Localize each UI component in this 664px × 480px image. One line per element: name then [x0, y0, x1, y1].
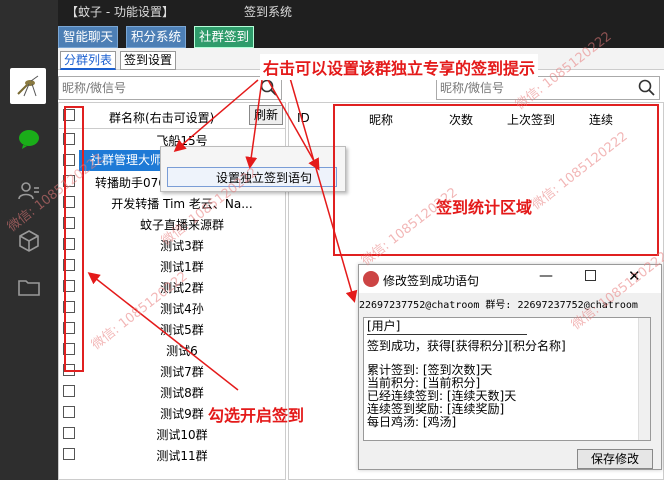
- main-tab-bar: 智能聊天 积分系统 社群签到: [58, 22, 664, 48]
- table-row[interactable]: 测试5群: [59, 318, 285, 339]
- message-line: [用户]: [367, 319, 401, 333]
- search-icon[interactable]: [259, 78, 279, 98]
- menu-item-set-checkin-message[interactable]: 设置独立签到语句: [167, 167, 337, 187]
- left-dock: [0, 0, 58, 480]
- group-name-column-header: 群名称(右击可设置): [109, 111, 215, 125]
- row-checkbox[interactable]: [63, 406, 75, 418]
- table-row[interactable]: 测试11群: [59, 444, 285, 465]
- save-changes-button[interactable]: 保存修改: [577, 449, 653, 469]
- chat-icon[interactable]: [16, 126, 42, 152]
- app-icon: [363, 271, 379, 287]
- checkbox-highlight-box: [64, 106, 84, 372]
- dialog-title: 修改签到成功语句: [383, 274, 480, 288]
- contacts-icon[interactable]: [16, 178, 42, 204]
- table-row[interactable]: 测试4孙: [59, 297, 285, 318]
- table-row[interactable]: 测试8群: [59, 381, 285, 402]
- title-bar: 【蚊子 - 功能设置】 签到系统: [58, 0, 664, 22]
- group-name: 测试6: [166, 344, 198, 358]
- group-name: 测试10群: [156, 428, 208, 442]
- table-row[interactable]: 测试6: [59, 339, 285, 360]
- stats-search-input[interactable]: [437, 77, 637, 99]
- group-list-header: 群名称(右击可设置) 刷新: [59, 103, 285, 129]
- context-menu: 设置独立签到语句: [160, 146, 346, 192]
- group-search-input[interactable]: [59, 77, 259, 99]
- group-name: 测试2群: [160, 281, 204, 295]
- stats-highlight-box: [333, 104, 659, 256]
- tab-smart-chat[interactable]: 智能聊天: [58, 26, 119, 48]
- table-row[interactable]: 蚊子直播来源群: [59, 213, 285, 234]
- table-row[interactable]: 测试10群: [59, 423, 285, 444]
- group-search-box: [58, 76, 282, 100]
- annotation-check-enable: 勾选开启签到: [208, 406, 305, 425]
- window-subtitle: 签到系统: [244, 5, 293, 19]
- message-line: 签到成功，获得[获得积分][积分名称]: [367, 339, 566, 353]
- group-name: 测试7群: [160, 365, 204, 379]
- row-checkbox[interactable]: [63, 427, 75, 439]
- tab-group-list[interactable]: 分群列表: [60, 51, 117, 70]
- box-icon[interactable]: [16, 228, 42, 254]
- mosquito-logo-icon: [17, 75, 39, 97]
- column-id: ID: [297, 111, 310, 125]
- edit-checkin-dialog: 修改签到成功语句 — ✕ 22697237752@chatroom 群号: 22…: [358, 264, 662, 470]
- annotation-right-click: 右击可以设置该群独立专享的签到提示: [260, 54, 539, 80]
- group-name: 开发转播 Tim 老云、Na...: [111, 197, 253, 211]
- table-row[interactable]: 测试2群: [59, 276, 285, 297]
- group-name: 测试11群: [156, 449, 208, 463]
- divider: [367, 334, 527, 335]
- group-name: 测试3群: [160, 239, 204, 253]
- minimize-icon[interactable]: —: [539, 268, 553, 284]
- tab-checkin-settings[interactable]: 签到设置: [120, 51, 177, 70]
- group-name: 蚊子直播来源群: [139, 218, 224, 232]
- table-row[interactable]: 测试3群: [59, 234, 285, 255]
- group-name: 测试5群: [160, 323, 204, 337]
- tab-points-system[interactable]: 积分系统: [126, 26, 187, 48]
- folder-icon[interactable]: [16, 274, 42, 300]
- tab-group-checkin[interactable]: 社群签到: [194, 26, 255, 48]
- group-id-label: 22697237752@chatroom 群号: 22697237752@cha…: [359, 300, 638, 311]
- vertical-scrollbar[interactable]: [638, 318, 650, 440]
- close-icon[interactable]: ✕: [628, 267, 641, 285]
- message-line: 每日鸡汤: [鸡汤]: [367, 415, 457, 429]
- row-checkbox[interactable]: [63, 448, 75, 460]
- table-row[interactable]: 测试1群: [59, 255, 285, 276]
- window-title: 【蚊子 - 功能设置】: [66, 5, 174, 19]
- group-name: 测试1群: [160, 260, 204, 274]
- annotation-stats-area: 签到统计区域: [436, 198, 533, 217]
- group-name: 测试8群: [160, 386, 204, 400]
- table-row[interactable]: 测试7群: [59, 360, 285, 381]
- checkin-message-textarea[interactable]: [用户] 签到成功，获得[获得积分][积分名称] 累计签到: [签到次数]天 当…: [363, 317, 651, 441]
- table-row[interactable]: 开发转播 Tim 老云、Na...: [59, 192, 285, 213]
- refresh-button[interactable]: 刷新: [249, 105, 283, 125]
- app-avatar[interactable]: [10, 68, 46, 104]
- dialog-title-bar: 修改签到成功语句 — ✕: [359, 265, 661, 293]
- row-checkbox[interactable]: [63, 385, 75, 397]
- group-name: 测试4孙: [160, 302, 204, 316]
- search-icon[interactable]: [637, 78, 657, 98]
- maximize-icon[interactable]: [585, 270, 596, 281]
